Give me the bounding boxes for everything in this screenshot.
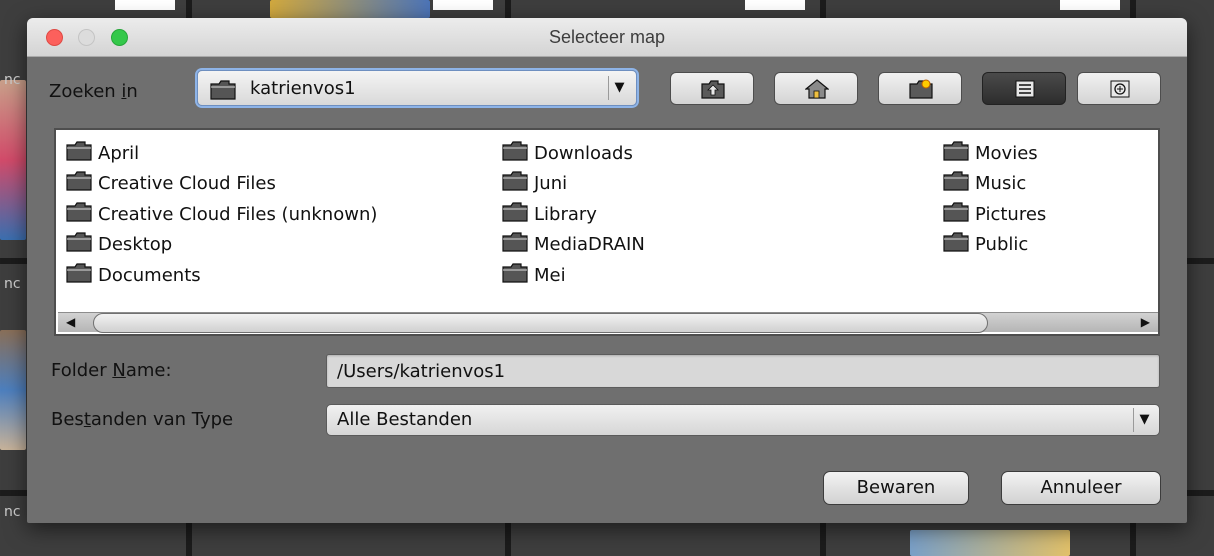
list-item[interactable]: Music <box>943 169 1046 200</box>
file-column: April Creative Cloud Files Creative Cloud … <box>66 138 377 291</box>
list-item-label: Desktop <box>98 234 173 256</box>
list-item-label: Library <box>534 203 597 225</box>
new-folder-button[interactable] <box>878 72 962 105</box>
list-item[interactable]: Movies <box>943 138 1046 169</box>
list-view-button[interactable] <box>982 72 1066 105</box>
list-item-label: Downloads <box>534 142 633 164</box>
folder-icon <box>502 141 528 166</box>
list-item-label: Documents <box>98 264 201 286</box>
folder-name-input[interactable]: /Users/katrienvos1 <box>326 354 1160 388</box>
list-item[interactable]: Desktop <box>66 230 377 261</box>
list-item[interactable]: MediaDRAIN <box>502 230 645 261</box>
background-thumbnail <box>0 330 26 450</box>
background-thumbnail <box>270 0 430 18</box>
background-tile <box>1060 0 1120 10</box>
scroll-right-icon[interactable]: ▶ <box>1141 315 1150 329</box>
list-item-label: Creative Cloud Files <box>98 173 276 195</box>
list-item-label: Creative Cloud Files (unknown) <box>98 203 378 225</box>
folder-icon <box>943 232 969 257</box>
look-in-dropdown[interactable]: katrienvos1 ▼ <box>197 70 637 106</box>
folder-icon <box>502 171 528 196</box>
details-view-button[interactable] <box>1077 72 1161 105</box>
list-item[interactable]: Creative Cloud Files (unknown) <box>66 199 377 230</box>
background-tile <box>745 0 805 10</box>
background-thumbnail <box>0 80 26 240</box>
title-bar[interactable]: Selecteer map <box>27 18 1187 57</box>
background-text: nc <box>4 504 21 520</box>
list-item[interactable]: Mei <box>502 260 645 291</box>
file-column: Movies Music Pictures Public <box>943 138 1046 260</box>
list-item[interactable]: Creative Cloud Files <box>66 169 377 200</box>
folder-icon <box>943 202 969 227</box>
file-column: Downloads Juni Library MediaDRAIN Mei <box>502 138 645 291</box>
list-item[interactable]: Documents <box>66 260 377 291</box>
folder-icon <box>66 141 92 166</box>
look-in-label: Zoeken in <box>49 81 138 102</box>
list-item-label: Music <box>975 173 1027 195</box>
list-item[interactable]: Library <box>502 199 645 230</box>
up-one-level-button[interactable] <box>670 72 754 105</box>
select-folder-dialog: Selecteer map Zoeken in katrienvos1 ▼ Ap… <box>27 18 1187 523</box>
window-title: Selecteer map <box>548 27 666 47</box>
list-item-label: MediaDRAIN <box>534 234 645 256</box>
folder-name-label: Folder Name: <box>51 360 172 381</box>
folder-icon <box>66 263 92 288</box>
list-item[interactable]: April <box>66 138 377 169</box>
background-text: nc <box>4 72 21 88</box>
list-item-label: Juni <box>534 173 568 195</box>
list-item[interactable]: Public <box>943 230 1046 261</box>
home-button[interactable] <box>774 72 858 105</box>
file-type-value: Alle Bestanden <box>337 409 473 430</box>
folder-icon <box>66 202 92 227</box>
list-item[interactable]: Downloads <box>502 138 645 169</box>
folder-icon <box>943 171 969 196</box>
list-item-label: April <box>98 142 140 164</box>
list-item[interactable]: Pictures <box>943 199 1046 230</box>
list-item[interactable]: Juni <box>502 169 645 200</box>
look-in-value: katrienvos1 <box>250 78 356 99</box>
folder-icon <box>66 232 92 257</box>
background-thumbnail <box>910 530 1070 556</box>
scrollbar-thumb[interactable] <box>93 313 988 333</box>
folder-icon <box>502 202 528 227</box>
scroll-left-icon[interactable]: ◀ <box>66 315 75 329</box>
cancel-button[interactable]: Annuleer <box>1001 471 1161 505</box>
folder-name-value: /Users/katrienvos1 <box>337 361 506 382</box>
folder-icon <box>210 80 236 104</box>
chevron-down-icon[interactable]: ▼ <box>608 76 630 100</box>
file-type-label: Bestanden van Type <box>51 409 234 430</box>
list-item-label: Movies <box>975 142 1038 164</box>
background-tile <box>433 0 493 10</box>
list-item-label: Mei <box>534 264 566 286</box>
file-list[interactable]: April Creative Cloud Files Creative Cloud … <box>54 128 1160 336</box>
folder-icon <box>502 232 528 257</box>
background-tile <box>115 0 175 10</box>
folder-icon <box>66 171 92 196</box>
folder-icon <box>502 263 528 288</box>
file-type-dropdown[interactable]: Alle Bestanden ▼ <box>326 404 1160 436</box>
list-item-label: Pictures <box>975 203 1047 225</box>
save-button[interactable]: Bewaren <box>823 471 969 505</box>
horizontal-scrollbar[interactable]: ◀ ▶ <box>58 312 1158 333</box>
chevron-down-icon[interactable]: ▼ <box>1133 408 1155 432</box>
list-item-label: Public <box>975 234 1029 256</box>
background-text: nc <box>4 276 21 292</box>
folder-icon <box>943 141 969 166</box>
